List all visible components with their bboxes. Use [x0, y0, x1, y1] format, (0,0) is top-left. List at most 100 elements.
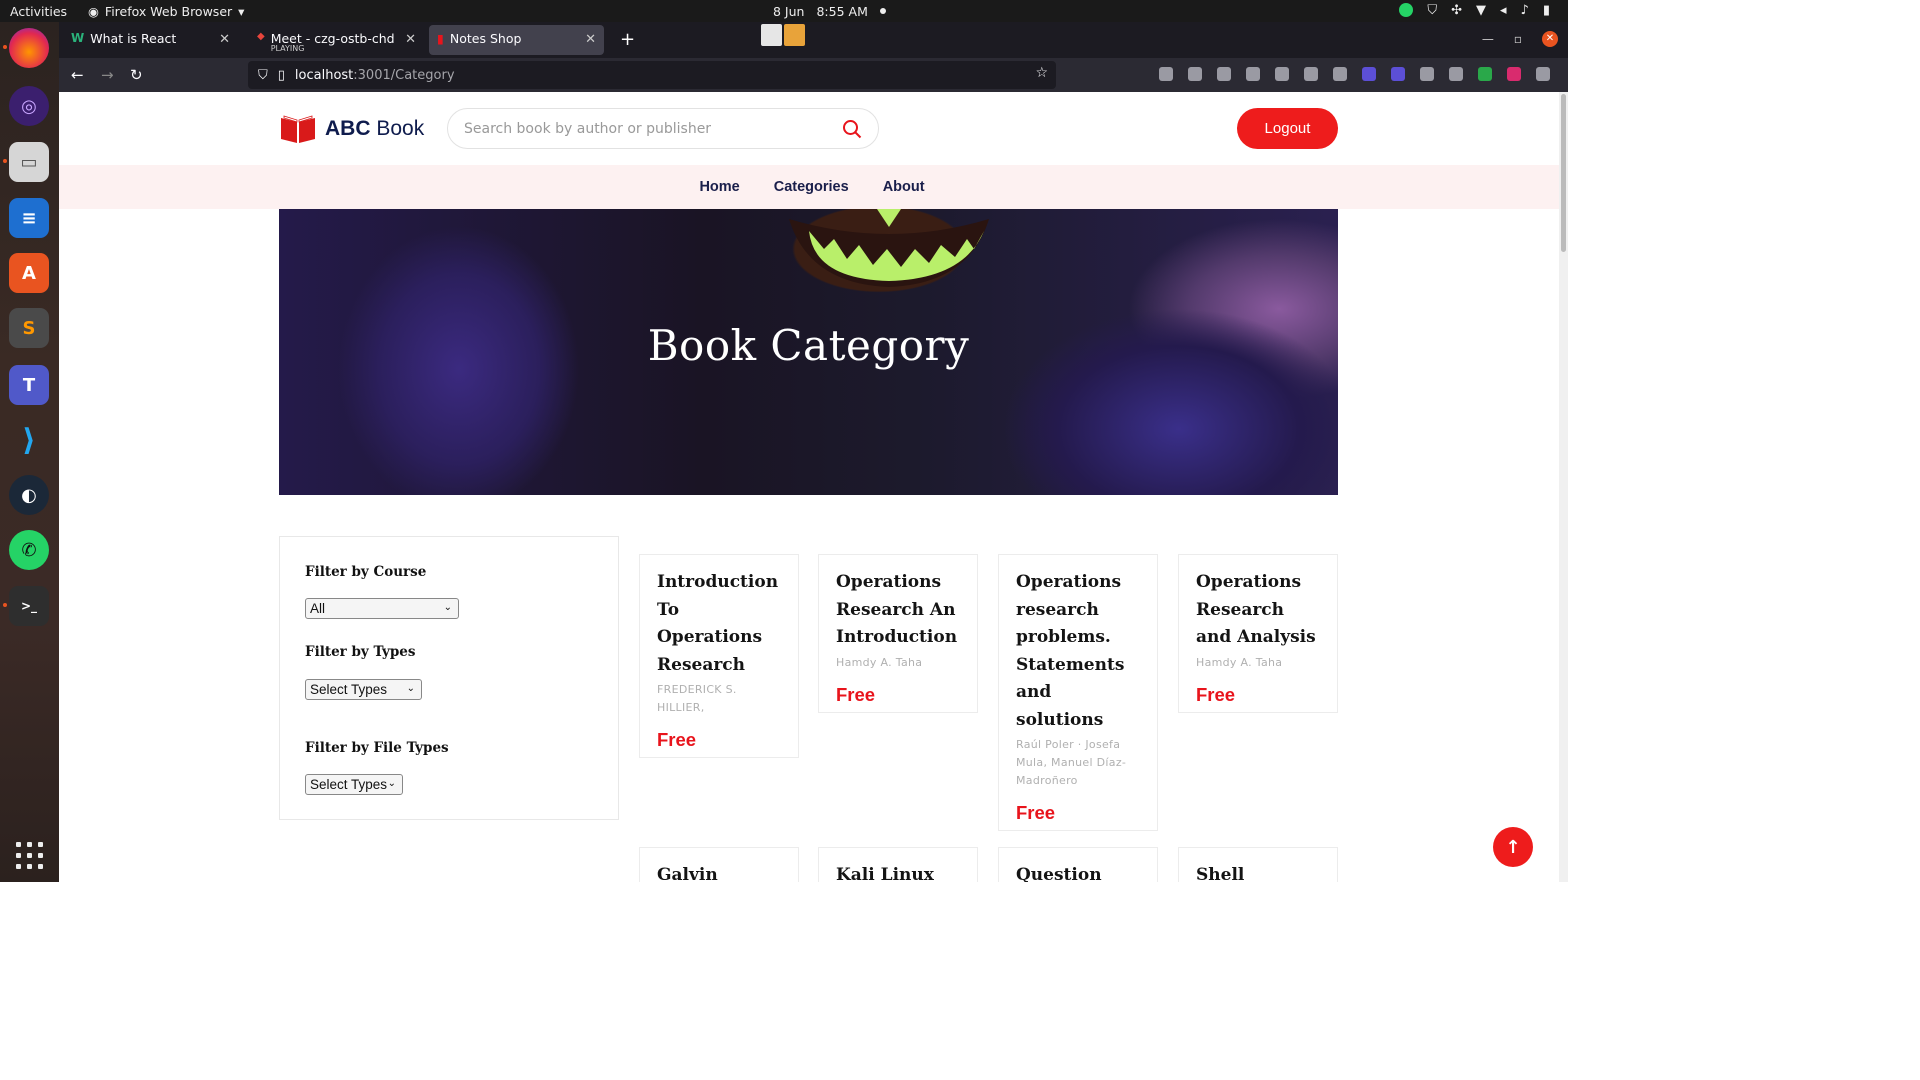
browser-nav-bar: ← → ↻ ⛉ ▯ localhost:3001/Category ☆ [59, 58, 1568, 92]
book-card[interactable]: Kali Linux [818, 847, 978, 882]
book-title[interactable]: Shell Scripting [1196, 862, 1320, 882]
clock[interactable]: 8 Jun 8:55 AM [773, 4, 886, 19]
filter-panel: Filter by Course All ⌄ Filter by Types S… [279, 536, 619, 820]
sublime-icon[interactable]: S [9, 308, 49, 348]
reload-button[interactable]: ↻ [130, 66, 143, 84]
close-window-button[interactable]: ✕ [1542, 31, 1558, 47]
maximize-button[interactable]: ▫ [1514, 32, 1522, 46]
app-menu[interactable]: ◉ Firefox Web Browser ▾ [88, 4, 244, 19]
forward-button[interactable]: → [101, 66, 114, 84]
extension-dash-icon[interactable] [1420, 67, 1434, 81]
book-author: FREDERICK S. HILLIER, [657, 683, 737, 714]
chevron-down-icon: ⌄ [406, 683, 415, 694]
shield-icon[interactable]: ⛉ [258, 68, 268, 83]
menu-icon[interactable] [1536, 67, 1550, 81]
close-icon[interactable]: ✕ [219, 32, 230, 47]
shield-tray-icon[interactable]: ⛉ [1427, 3, 1437, 18]
firefox-icon[interactable] [3, 28, 49, 68]
teams-icon[interactable]: T [9, 365, 49, 405]
writer-icon[interactable]: ≡ [9, 198, 49, 238]
extension-h-icon[interactable] [1246, 67, 1260, 81]
extension-purple-icon[interactable] [1362, 67, 1376, 81]
extension-globe-icon[interactable] [1333, 67, 1347, 81]
close-icon[interactable]: ✕ [585, 32, 596, 47]
extension-a-icon[interactable] [1304, 67, 1318, 81]
url-path: :3001/Category [353, 67, 455, 83]
dock: ◎ ▭ ≡ A S T ⟩ ◐ ✆ >_ [0, 22, 59, 882]
library-icon[interactable] [1188, 67, 1202, 81]
steam-icon[interactable]: ◐ [9, 475, 49, 515]
logout-button[interactable]: Logout [1237, 108, 1338, 149]
book-title[interactable]: Operations Research An Introduction [836, 569, 960, 652]
accessibility-icon[interactable]: ✣ [1451, 3, 1462, 18]
terminal-icon[interactable]: >_ [3, 586, 49, 626]
search-placeholder: Search book by author or publisher [464, 120, 712, 137]
page-content: ABC Book Search book by author or publis… [59, 92, 1568, 882]
nav-home[interactable]: Home [699, 179, 739, 195]
book-price: Free [1016, 802, 1056, 823]
whatsapp-icon[interactable]: ✆ [9, 530, 49, 570]
page-icon: ▯ [277, 67, 285, 83]
close-icon[interactable]: ✕ [405, 32, 416, 47]
minimize-button[interactable]: — [1482, 32, 1494, 46]
scrollbar-thumb[interactable] [1561, 94, 1566, 252]
whatsapp-tray-icon[interactable] [1399, 3, 1414, 17]
tab-notes-shop[interactable]: ▮ Notes Shop ✕ [429, 25, 604, 55]
filter-file-types-label: Filter by File Types [305, 740, 449, 756]
window-controls: — ▫ ✕ [1482, 31, 1558, 47]
extension-bars-icon[interactable] [1449, 67, 1463, 81]
site-logo[interactable]: ABC Book [279, 114, 424, 144]
book-title[interactable]: Question Bank [1016, 862, 1140, 882]
bookmark-star-icon[interactable]: ☆ [1035, 65, 1048, 81]
book-title[interactable]: Operations research problems. Statements… [1016, 569, 1140, 734]
activities-button[interactable]: Activities [10, 4, 67, 19]
tab-what-is-react[interactable]: W What is React ✕ [63, 25, 238, 55]
nav-about[interactable]: About [883, 179, 925, 195]
extension-gray-icon[interactable] [1275, 67, 1289, 81]
extension-video-icon[interactable] [1391, 67, 1405, 81]
book-title[interactable]: Kali Linux [836, 862, 960, 882]
book-title[interactable]: Introduction To Operations Research [657, 569, 781, 679]
extension-red-icon[interactable] [1507, 67, 1521, 81]
scroll-to-top-button[interactable]: ↑ [1493, 827, 1533, 867]
new-tab-button[interactable]: + [620, 29, 635, 50]
vscode-icon[interactable]: ⟩ [9, 420, 49, 460]
book-card[interactable]: Operations Research An Introduction Hamd… [818, 554, 978, 713]
software-icon[interactable]: A [9, 253, 49, 293]
filter-course-label: Filter by Course [305, 564, 427, 580]
types-select[interactable]: Select Types ⌄ [305, 679, 422, 700]
tab-label: What is React [90, 31, 177, 46]
sharing-indicator[interactable] [761, 24, 805, 46]
pumpkin-image [789, 209, 989, 287]
volume-icon: ◂ [1500, 3, 1507, 18]
book-title[interactable]: Operations Research and Analysis [1196, 569, 1320, 652]
book-card[interactable]: Operations Research and Analysis Hamdy A… [1178, 554, 1338, 713]
show-apps-icon[interactable] [16, 842, 43, 869]
course-select[interactable]: All ⌄ [305, 598, 459, 619]
system-tray[interactable]: ⛉ ✣ ▼ ◂ ♪ ▮ [1399, 3, 1550, 18]
brand-bold: ABC [325, 117, 371, 140]
book-card[interactable]: Shell Scripting [1178, 847, 1338, 882]
files-icon[interactable]: ▭ [3, 142, 49, 182]
tab-meet[interactable]: ◆ Meet - czg-ostb-chd PLAYING ✕ [249, 25, 424, 55]
back-button[interactable]: ← [71, 66, 84, 84]
book-card[interactable]: Operations research problems. Statements… [998, 554, 1158, 831]
book-author: Hamdy A. Taha [836, 655, 923, 669]
book-logo-icon [281, 115, 315, 143]
book-title[interactable]: Galvin [657, 862, 781, 882]
search-icon[interactable] [842, 119, 862, 139]
book-card[interactable]: Introduction To Operations Research FRED… [639, 554, 799, 758]
search-input[interactable]: Search book by author or publisher [447, 108, 879, 149]
url-bar[interactable]: ⛉ ▯ localhost:3001/Category ☆ [248, 61, 1056, 89]
extension-shield-icon[interactable] [1478, 67, 1492, 81]
nav-categories[interactable]: Categories [774, 179, 849, 195]
reader-icon[interactable] [1217, 67, 1231, 81]
tab-label: Notes Shop [449, 31, 522, 46]
book-card[interactable]: Question Bank [998, 847, 1158, 882]
file-types-select[interactable]: Select Types ⌄ [305, 774, 403, 795]
page-scrollbar[interactable] [1559, 92, 1568, 882]
w-icon: W [71, 31, 85, 45]
podcast-icon[interactable]: ◎ [9, 86, 49, 126]
book-card[interactable]: Galvin [639, 847, 799, 882]
pocket-icon[interactable] [1159, 67, 1173, 81]
